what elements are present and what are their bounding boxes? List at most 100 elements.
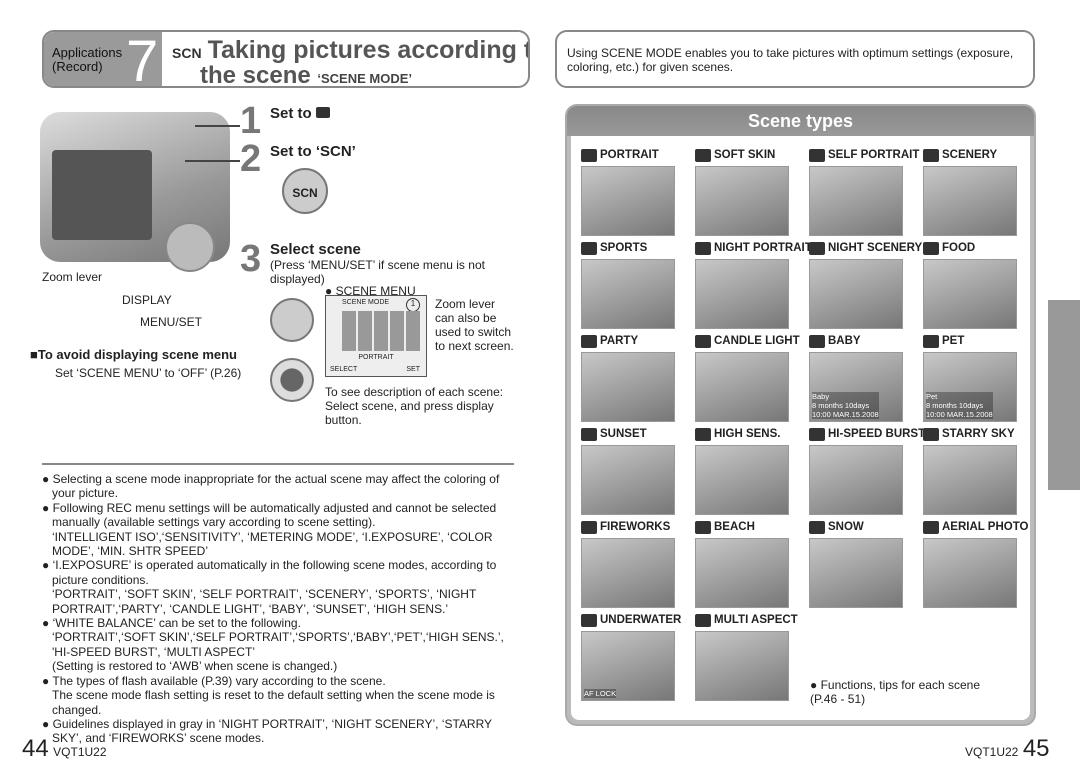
- note-item: (Setting is restored to ‘AWB’ when scene…: [52, 659, 338, 674]
- scene-sample-photo: [581, 538, 675, 608]
- scene-label: BABY: [809, 334, 907, 348]
- step-2-number: 2: [240, 138, 262, 180]
- scene-item: BEACH: [695, 520, 793, 608]
- scene-item: NIGHT PORTRAIT: [695, 241, 812, 329]
- scene-sample-photo: [581, 166, 675, 236]
- chapter-header: Applications (Record) 7 SCN Taking picture…: [42, 30, 530, 88]
- section-label: Applications (Record): [52, 45, 123, 74]
- scene-types-title: Scene types: [567, 106, 1034, 136]
- scene-sample-photo: [809, 445, 903, 515]
- scene-label: FOOD: [923, 241, 1021, 255]
- scene-sample-photo: [695, 445, 789, 515]
- scene-sample-photo: [581, 352, 675, 422]
- note-item: ● ‘I.EXPOSURE’ is operated automatically…: [42, 558, 497, 587]
- scene-label: FIREWORKS: [581, 520, 679, 534]
- scene-sample-photo: Pet 8 months 10days 10:00 MAR.15.2008: [923, 352, 1017, 422]
- cross-button-illustration: [270, 298, 314, 342]
- scene-label: HI-SPEED BURST: [809, 427, 925, 441]
- avoid-menu-section: ■To avoid displaying scene menu Set ‘SCE…: [30, 347, 242, 381]
- scene-label: PET: [923, 334, 1021, 348]
- scene-label: NIGHT SCENERY: [809, 241, 922, 255]
- scene-item: BABY Baby 8 months 10days 10:00 MAR.15.2008: [809, 334, 907, 422]
- scene-item: SUNSET: [581, 427, 679, 515]
- display-label: DISPLAY: [122, 293, 172, 307]
- scene-label: SNOW: [809, 520, 907, 534]
- scene-item: HI-SPEED BURST: [809, 427, 925, 515]
- scn-icon: SCN: [172, 45, 202, 61]
- step-3-desc: (Press ‘MENU/SET’ if scene menu is not d…: [270, 258, 485, 286]
- note-item: ● ‘WHITE BALANCE’ can be set to the foll…: [42, 616, 301, 631]
- scene-label: MULTI ASPECT: [695, 613, 798, 627]
- scene-item: FIREWORKS: [581, 520, 679, 608]
- scene-icon: [923, 520, 939, 534]
- scene-label: HIGH SENS.: [695, 427, 793, 441]
- scene-icon: [581, 241, 597, 255]
- scene-icon: [923, 334, 939, 348]
- step-2-title: Set to ‘SCN’: [270, 143, 356, 160]
- scene-icon: [809, 427, 825, 441]
- note-item: ● The types of flash available (P.39) va…: [42, 673, 386, 688]
- scene-item: FOOD: [923, 241, 1021, 329]
- scene-icon: [581, 613, 597, 627]
- scene-label: SCENERY: [923, 148, 1021, 162]
- scene-sample-photo: [923, 538, 1017, 608]
- scene-sample-photo: Baby 8 months 10days 10:00 MAR.15.2008: [809, 352, 903, 422]
- note-item: The scene mode flash setting is reset to…: [52, 688, 495, 717]
- left-footer: 44 VQT1U22: [22, 735, 107, 762]
- scene-label: NIGHT PORTRAIT: [695, 241, 812, 255]
- scene-item: SPORTS: [581, 241, 679, 329]
- scene-item: PARTY: [581, 334, 679, 422]
- note-item: ‘PORTRAIT’, ‘SOFT SKIN’, ‘SELF PORTRAIT’…: [52, 587, 477, 616]
- scene-icon: [923, 148, 939, 162]
- scene-icon: [581, 148, 597, 162]
- scene-label: PARTY: [581, 334, 679, 348]
- page-title: SCN Taking pictures according to: [172, 36, 530, 64]
- scene-item: SELF PORTRAIT: [809, 148, 919, 236]
- scene-item: STARRY SKY: [923, 427, 1021, 515]
- scene-label: SOFT SKIN: [695, 148, 793, 162]
- scene-icon: [809, 148, 825, 162]
- scene-label: PORTRAIT: [581, 148, 679, 162]
- scene-sample-photo: [695, 352, 789, 422]
- step-1-number: 1: [240, 100, 262, 142]
- zoom-lever-label: Zoom lever: [42, 270, 103, 284]
- scene-sample-photo: [923, 445, 1017, 515]
- photo-overlay-text: Baby 8 months 10days 10:00 MAR.15.2008: [812, 392, 879, 419]
- note-item: ● Selecting a scene mode inappropriate f…: [42, 472, 500, 501]
- scene-label: SUNSET: [581, 427, 679, 441]
- mode-dial: SCN: [282, 168, 328, 214]
- scene-sample-photo: AF LOCK: [581, 631, 675, 701]
- note-item: ● Following REC menu settings will be au…: [42, 500, 497, 530]
- step-3-title: Select scene: [270, 241, 361, 258]
- photo-overlay-text: Pet 8 months 10days 10:00 MAR.15.2008: [926, 392, 993, 419]
- scene-item: SOFT SKIN: [695, 148, 793, 236]
- scene-label: BEACH: [695, 520, 793, 534]
- scene-sample-photo: [695, 538, 789, 608]
- scene-label: STARRY SKY: [923, 427, 1021, 441]
- scene-item: AERIAL PHOTO: [923, 520, 1028, 608]
- note-item: ● Guidelines displayed in gray in ‘NIGHT…: [42, 716, 492, 746]
- scene-icon: [581, 520, 597, 534]
- scene-item: PET Pet 8 months 10days 10:00 MAR.15.2008: [923, 334, 1021, 422]
- scene-icon: [695, 148, 711, 162]
- scene-sample-photo: [809, 538, 903, 608]
- scene-icon: [695, 427, 711, 441]
- scene-icon: [923, 427, 939, 441]
- camera-illustration: [40, 112, 230, 272]
- scene-item: SNOW: [809, 520, 907, 608]
- camera-icon: [315, 107, 330, 118]
- scene-sample-photo: [581, 445, 675, 515]
- page-side-tab: [1048, 300, 1080, 490]
- scene-sample-photo: [923, 166, 1017, 236]
- photo-overlay-text: AF LOCK: [584, 689, 617, 698]
- scene-item: CANDLE LIGHT: [695, 334, 800, 422]
- scene-types-panel: Scene types PORTRAIT SOFT SKIN SELF PORTRA…: [565, 104, 1036, 726]
- note-item: ‘INTELLIGENT ISO’,‘SENSITIVITY’, ‘METERI…: [52, 529, 493, 559]
- scene-sample-photo: [695, 259, 789, 329]
- chapter-number: 7: [126, 30, 159, 88]
- menu-set-label: MENU/SET: [140, 315, 203, 329]
- scene-sample-photo: [809, 259, 903, 329]
- scene-icon: [581, 334, 597, 348]
- scene-label: SELF PORTRAIT: [809, 148, 919, 162]
- step-1-title: Set to: [270, 105, 330, 122]
